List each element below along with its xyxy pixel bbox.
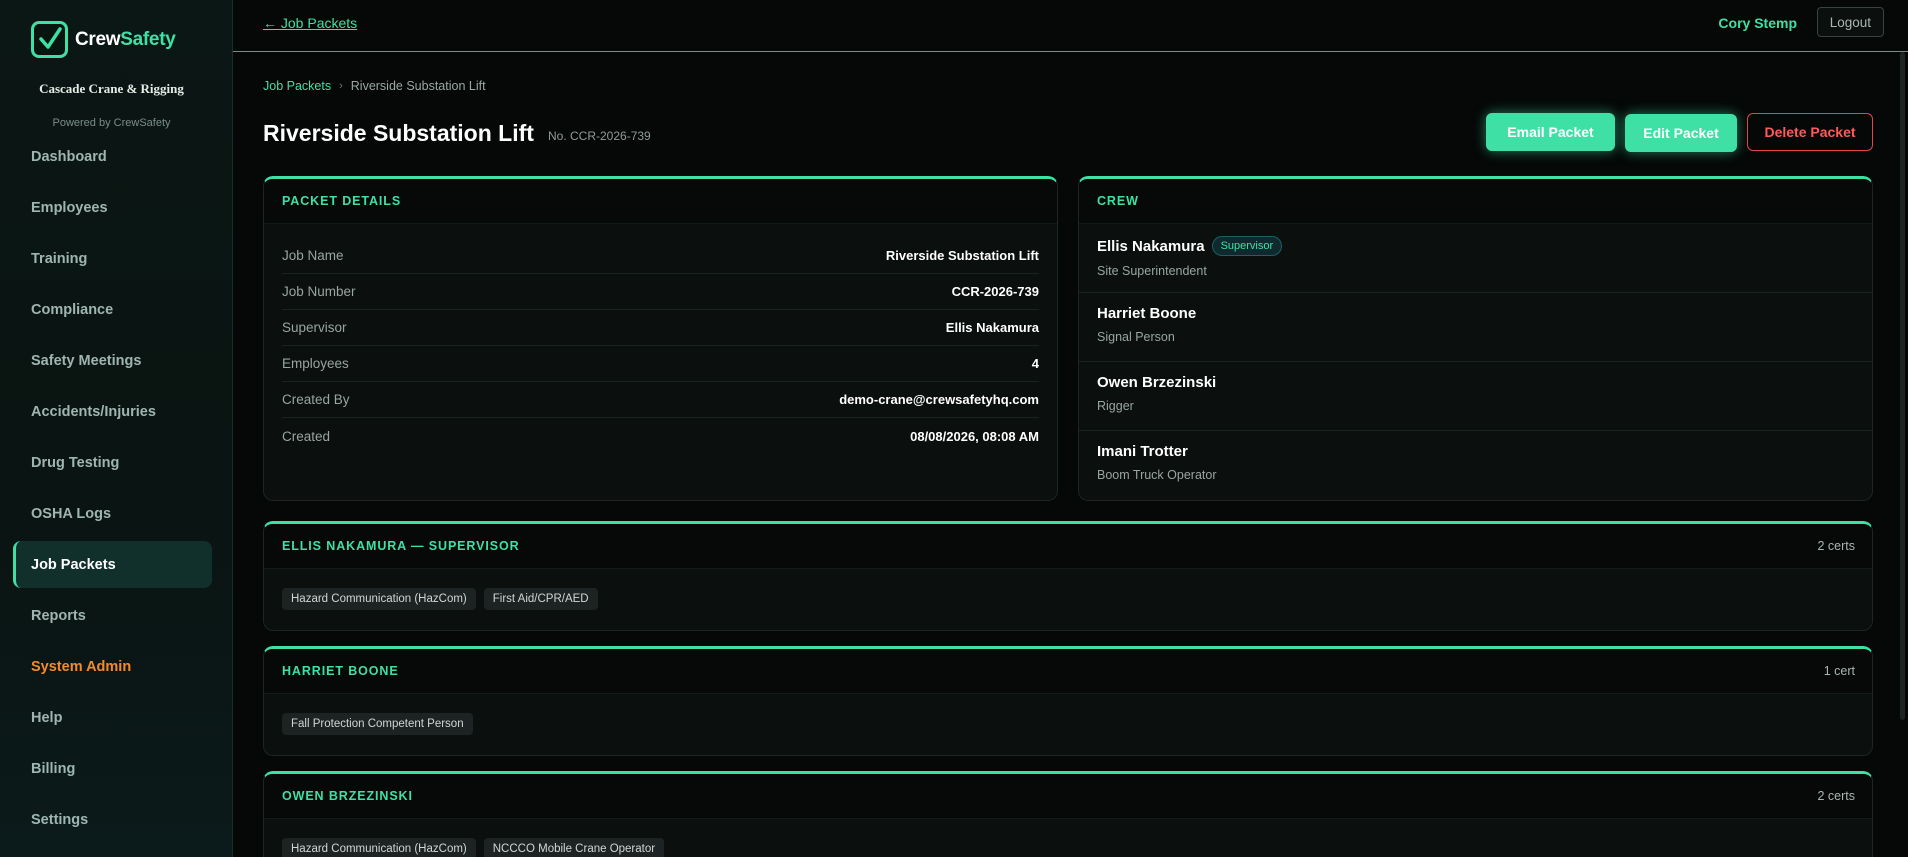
sidebar-item-compliance[interactable]: Compliance <box>13 286 212 333</box>
cert-list: Hazard Communication (HazCom) NCCCO Mobi… <box>264 819 1872 857</box>
crew-member: Imani Trotter Boom Truck Operator <box>1079 431 1872 500</box>
job-number-label: No. CCR-2026-739 <box>548 129 651 143</box>
detail-value: CCR-2026-739 <box>951 284 1039 299</box>
crew-member: Ellis Nakamura Supervisor Site Superinten… <box>1079 224 1872 293</box>
detail-label: Supervisor <box>282 320 347 335</box>
sidebar-item-settings[interactable]: Settings <box>13 796 212 843</box>
cert-section-ellis-nakamura: ELLIS NAKAMURA — SUPERVISOR 2 certs Hazar… <box>263 521 1873 631</box>
detail-row: Created By demo-crane@crewsafetyhq.com <box>282 382 1039 418</box>
crew-member-name: Harriet Boone <box>1097 305 1197 322</box>
detail-row: Job Number CCR-2026-739 <box>282 274 1039 310</box>
cert-chip: Fall Protection Competent Person <box>282 713 473 735</box>
sidebar-item-help[interactable]: Help <box>13 694 212 741</box>
detail-row: Employees 4 <box>282 346 1039 382</box>
email-packet-button[interactable]: Email Packet <box>1486 113 1615 151</box>
detail-label: Employees <box>282 356 349 371</box>
sidebar: CrewSafety Cascade Crane & Rigging Power… <box>0 0 233 857</box>
back-to-job-packets-link[interactable]: ← Job Packets <box>263 15 357 31</box>
packet-details-header: PACKET DETAILS <box>264 179 1057 224</box>
detail-value: Riverside Substation Lift <box>885 248 1039 263</box>
cert-section-harriet-boone: HARRIET BOONE 1 cert Fall Protection Comp… <box>263 646 1873 756</box>
cert-section-title: HARRIET BOONE <box>282 664 399 678</box>
supervisor-badge: Supervisor <box>1211 236 1283 256</box>
crew-member-role: Rigger <box>1097 399 1134 413</box>
sidebar-item-dashboard[interactable]: Dashboard <box>13 133 212 180</box>
detail-label: Job Number <box>282 284 356 299</box>
powered-by: Powered by CrewSafety <box>52 117 171 129</box>
sidebar-item-system-admin[interactable]: System Admin <box>13 643 212 690</box>
cert-count: 1 cert <box>1823 664 1855 678</box>
cert-section-title: ELLIS NAKAMURA — SUPERVISOR <box>282 539 520 553</box>
cert-section-owen-brzezinski: OWEN BRZEZINSKI 2 certs Hazard Communicat… <box>263 771 1873 857</box>
crew-member-name: Ellis Nakamura <box>1097 237 1205 255</box>
crew-member-role: Boom Truck Operator <box>1097 468 1217 482</box>
cert-section-header: ELLIS NAKAMURA — SUPERVISOR 2 certs <box>264 524 1872 569</box>
sidebar-item-drug-testing[interactable]: Drug Testing <box>13 439 212 486</box>
page-title: Riverside Substation Lift <box>263 120 534 146</box>
sidebar-item-accidents[interactable]: Accidents/Injuries <box>13 388 212 435</box>
brand-logo[interactable]: CrewSafety <box>31 21 176 58</box>
current-user-name[interactable]: Cory Stemp <box>1718 15 1797 31</box>
cert-chip: Hazard Communication (HazCom) <box>282 588 476 610</box>
brand-name: CrewSafety <box>75 28 176 50</box>
crew-member-role: Signal Person <box>1097 330 1175 344</box>
crew-member: Owen Brzezinski Rigger <box>1079 362 1872 431</box>
crew-member-name: Imani Trotter <box>1097 443 1188 460</box>
detail-value: demo-crane@crewsafetyhq.com <box>839 392 1039 407</box>
cert-count: 2 certs <box>1817 789 1855 803</box>
detail-label: Job Name <box>282 248 344 263</box>
crew-member-role: Site Superintendent <box>1097 264 1207 278</box>
detail-value: Ellis Nakamura <box>945 320 1039 335</box>
cert-section-title: OWEN BRZEZINSKI <box>282 789 413 803</box>
detail-label: Created <box>282 428 331 444</box>
detail-row: Created 08/08/2026, 08:08 AM <box>282 418 1039 454</box>
cert-section-header: OWEN BRZEZINSKI 2 certs <box>264 774 1872 819</box>
breadcrumb-job-packets[interactable]: Job Packets <box>263 79 331 93</box>
sidebar-item-employees[interactable]: Employees <box>13 184 212 231</box>
edit-packet-button[interactable]: Edit Packet <box>1625 114 1737 152</box>
crew-card: CREW Ellis Nakamura Supervisor Site Super… <box>1078 176 1873 501</box>
crew-member: Harriet Boone Signal Person <box>1079 293 1872 362</box>
cert-chip: First Aid/CPR/AED <box>483 588 598 610</box>
breadcrumb-current: Riverside Substation Lift <box>350 79 486 93</box>
sidebar-item-safety-meetings[interactable]: Safety Meetings <box>13 337 212 384</box>
cert-chip: Hazard Communication (HazCom) <box>282 838 476 857</box>
crew-header: CREW <box>1079 179 1872 224</box>
sidebar-item-training[interactable]: Training <box>13 235 212 282</box>
checkmark-icon <box>31 21 68 58</box>
cert-section-header: HARRIET BOONE 1 cert <box>264 649 1872 694</box>
detail-row: Supervisor Ellis Nakamura <box>282 310 1039 346</box>
page-scrollbar[interactable] <box>1900 52 1905 720</box>
detail-value: 4 <box>1031 356 1039 371</box>
logout-button[interactable]: Logout <box>1816 7 1884 37</box>
breadcrumb: Job Packets › Riverside Substation Lift <box>263 79 486 93</box>
crew-member-name: Owen Brzezinski <box>1097 374 1217 391</box>
company-name: Cascade Crane & Rigging <box>39 81 184 96</box>
cert-chip: NCCCO Mobile Crane Operator <box>483 838 665 857</box>
sidebar-item-billing[interactable]: Billing <box>13 745 212 792</box>
sidebar-item-reports[interactable]: Reports <box>13 592 212 639</box>
sidebar-item-job-packets[interactable]: Job Packets <box>13 541 212 588</box>
top-bar: ← Job Packets Cory Stemp Logout <box>233 0 1908 52</box>
detail-row: Job Name Riverside Substation Lift <box>282 238 1039 274</box>
breadcrumb-separator: › <box>339 80 343 92</box>
packet-details-card: PACKET DETAILS Job Name Riverside Substat… <box>263 176 1058 501</box>
delete-packet-button[interactable]: Delete Packet <box>1747 113 1873 151</box>
cert-list: Fall Protection Competent Person <box>264 694 1872 735</box>
detail-value: 08/08/2026, 08:08 AM <box>910 428 1039 444</box>
sidebar-item-osha-logs[interactable]: OSHA Logs <box>13 490 212 537</box>
cert-count: 2 certs <box>1817 539 1855 553</box>
cert-list: Hazard Communication (HazCom) First Aid/… <box>264 569 1872 610</box>
detail-label: Created By <box>282 392 350 407</box>
sidebar-nav: Dashboard Employees Training Compliance … <box>13 133 212 847</box>
packet-details-list: Job Name Riverside Substation Lift Job Nu… <box>264 224 1057 454</box>
